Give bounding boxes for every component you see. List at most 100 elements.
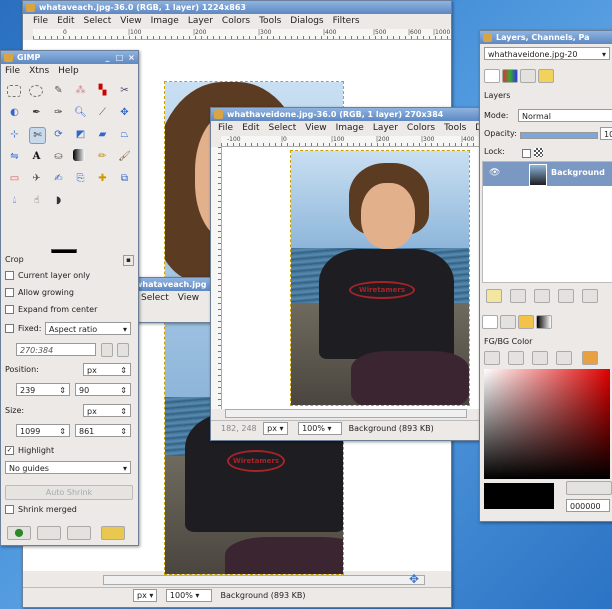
menu-image[interactable]: Image <box>336 123 364 133</box>
tab-gradients[interactable] <box>536 315 552 329</box>
tab-brushes[interactable] <box>500 315 516 329</box>
highlight-option[interactable]: ✓ Highlight <box>5 446 54 455</box>
minimize-icon[interactable]: _ <box>103 53 112 62</box>
middle-window-titlebar[interactable]: whataveach.jpg <box>131 278 221 291</box>
zoom-icon[interactable]: 🔍︎ <box>73 105 88 120</box>
layers-dock-titlebar[interactable]: Layers, Channels, Pa <box>480 31 612 44</box>
front-window-titlebar[interactable]: whathaveidone.jpg-36.0 (RGB, 1 layer) 27… <box>211 108 479 121</box>
lower-layer-icon[interactable] <box>534 289 550 303</box>
expand-from-center-option[interactable]: Expand from center <box>5 305 97 314</box>
perspective-clone-icon[interactable]: ⧉ <box>117 171 132 186</box>
free-select-icon[interactable]: ✎ <box>51 83 66 98</box>
toolbox-titlebar[interactable]: GIMP _ □ × <box>1 51 138 64</box>
align-icon[interactable]: ⊹ <box>7 127 22 142</box>
menu-view[interactable]: View <box>178 293 199 303</box>
size-unit-select[interactable]: px ⇕ <box>83 404 131 417</box>
zoom-select[interactable]: 100% ▾ <box>165 589 212 602</box>
allow-growing-option[interactable]: Allow growing <box>5 288 74 297</box>
tab-layers[interactable] <box>484 69 500 83</box>
layer-row-background[interactable]: 👁︎ Background <box>483 162 612 186</box>
reset-options-icon[interactable] <box>101 526 125 540</box>
visibility-eye-icon[interactable]: 👁︎ <box>489 168 500 178</box>
size-width-field[interactable]: 1099 ⇕ <box>16 424 70 437</box>
gimp-color-icon[interactable] <box>484 351 500 365</box>
menu-edit[interactable]: Edit <box>242 123 259 133</box>
image-select[interactable]: whathaveidone.jpg-20 ▾ <box>484 47 610 60</box>
fixed-option[interactable]: Fixed: <box>5 324 41 333</box>
duplicate-layer-icon[interactable] <box>558 289 574 303</box>
clone-icon[interactable]: ⎘ <box>73 171 88 186</box>
lock-pixels-checkbox[interactable] <box>522 149 531 158</box>
paintbrush-icon[interactable]: 🖌︎ <box>117 149 132 164</box>
flip-icon[interactable]: ⇋ <box>7 149 22 164</box>
tab-fgbg-color[interactable] <box>482 315 498 329</box>
menu-select[interactable]: Select <box>269 123 297 133</box>
new-layer-icon[interactable] <box>486 289 502 303</box>
heal-icon[interactable]: ✚ <box>95 171 110 186</box>
perspective-icon[interactable]: ⏢ <box>117 127 132 142</box>
fixed-mode-select[interactable]: Aspect ratio ▾ <box>45 322 131 335</box>
opacity-slider[interactable] <box>520 132 598 139</box>
menu-dialogs[interactable]: Dialogs <box>290 16 323 26</box>
landscape-icon[interactable] <box>117 343 129 357</box>
pencil-icon[interactable]: ✏ <box>95 149 110 164</box>
eraser-icon[interactable]: ▭ <box>7 171 22 186</box>
options-menu-icon[interactable]: ▪ <box>123 255 134 266</box>
hex-color-field[interactable]: 000000 <box>566 499 610 512</box>
rect-select-icon[interactable] <box>7 85 21 97</box>
lock-alpha-icon[interactable] <box>534 148 543 157</box>
anchor-layer-icon[interactable] <box>582 289 598 303</box>
menu-tools[interactable]: Tools <box>259 16 281 26</box>
cmyk-color-icon[interactable] <box>508 351 524 365</box>
menu-select[interactable]: Select <box>84 16 112 26</box>
navigate-icon[interactable]: ✥ <box>409 573 421 585</box>
paths-icon[interactable]: ✒ <box>29 105 44 120</box>
airbrush-icon[interactable]: ✈ <box>29 171 44 186</box>
menu-colors[interactable]: Colors <box>407 123 435 133</box>
maximize-icon[interactable]: □ <box>115 53 124 62</box>
horizontal-scrollbar[interactable] <box>225 409 467 418</box>
menu-tools[interactable]: Tools <box>444 123 466 133</box>
menu-colors[interactable]: Colors <box>222 16 250 26</box>
fuzzy-select-icon[interactable]: ⁂ <box>73 83 88 98</box>
watercolor-icon[interactable] <box>582 351 598 365</box>
measure-icon[interactable]: ⟋ <box>95 105 110 120</box>
move-icon[interactable]: ✥ <box>117 105 132 120</box>
color-picker-icon[interactable]: ✑ <box>51 105 66 120</box>
color-history-icon[interactable] <box>566 481 612 495</box>
menu-file[interactable]: File <box>218 123 233 133</box>
shear-icon[interactable]: ▰ <box>95 127 110 142</box>
menu-filters[interactable]: Filters <box>333 16 360 26</box>
menu-image[interactable]: Image <box>151 16 179 26</box>
mode-select[interactable]: Normal <box>518 109 612 122</box>
unit-select[interactable]: px ▾ <box>133 589 158 602</box>
bucket-fill-icon[interactable]: ⛀ <box>51 149 66 164</box>
menu-view[interactable]: View <box>305 123 326 133</box>
menu-select[interactable]: Select <box>141 293 169 303</box>
crop-icon[interactable]: ✄ <box>29 127 46 144</box>
horizontal-scrollbar[interactable] <box>103 575 425 585</box>
opacity-field[interactable]: 10 <box>600 127 612 140</box>
back-window-titlebar[interactable]: whataveach.jpg-36.0 (RGB, 1 layer) 1224x… <box>23 1 451 14</box>
text-icon[interactable]: A <box>29 149 44 164</box>
scale-icon[interactable]: ◩ <box>73 127 88 142</box>
foreground-select-icon[interactable]: ◐ <box>7 105 22 120</box>
unit-select[interactable]: px ▾ <box>263 422 288 435</box>
save-options-icon[interactable]: ⬤ <box>7 526 31 540</box>
restore-options-icon[interactable] <box>37 526 61 540</box>
tab-channels[interactable] <box>502 69 518 83</box>
select-by-color-icon[interactable]: ▚ <box>95 83 110 98</box>
smudge-icon[interactable]: ☝ <box>29 193 44 208</box>
current-layer-only-option[interactable]: Current layer only <box>5 271 90 280</box>
size-height-field[interactable]: 861 ⇕ <box>75 424 131 437</box>
position-y-field[interactable]: 90 ⇕ <box>75 383 131 396</box>
portrait-icon[interactable] <box>101 343 113 357</box>
menu-file[interactable]: File <box>5 66 20 76</box>
tab-paths[interactable] <box>520 69 536 83</box>
menu-layer[interactable]: Layer <box>188 16 213 26</box>
ellipse-select-icon[interactable] <box>29 85 43 97</box>
delete-options-icon[interactable] <box>67 526 91 540</box>
tab-undo[interactable] <box>538 69 554 83</box>
menu-edit[interactable]: Edit <box>57 16 74 26</box>
dodge-burn-icon[interactable]: ◗ <box>51 193 66 208</box>
